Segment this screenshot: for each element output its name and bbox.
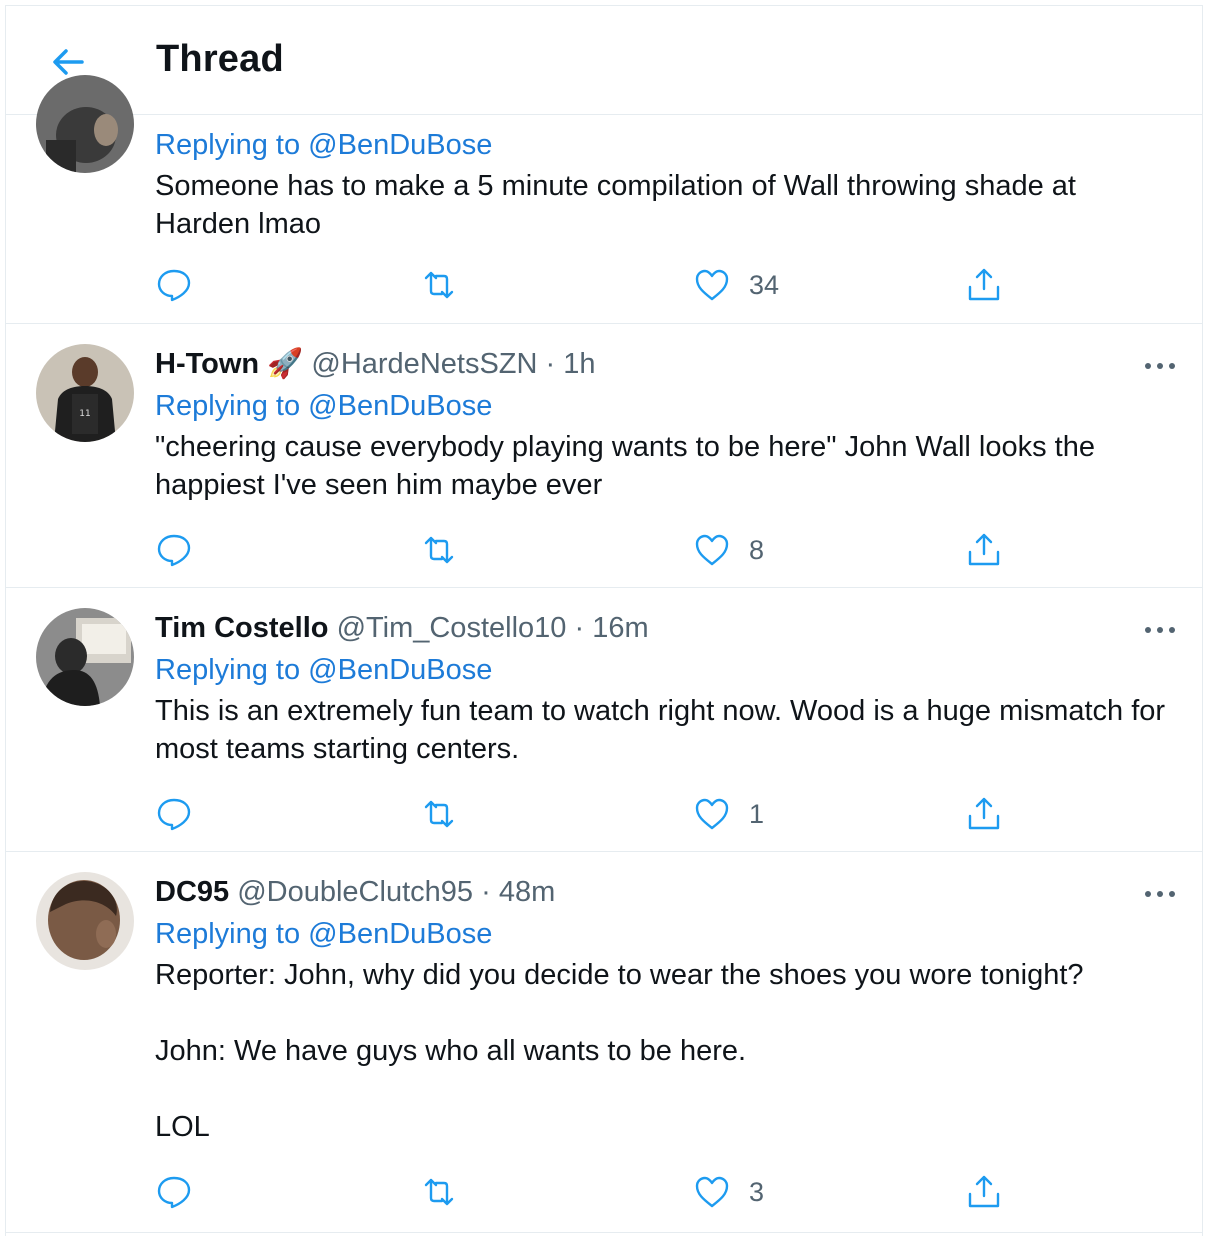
more-options-button[interactable] [1140, 618, 1180, 642]
timestamp[interactable]: 1h [563, 348, 595, 380]
avatar[interactable] [36, 872, 134, 970]
like-button[interactable]: 3 [693, 1172, 764, 1212]
retweet-button[interactable] [420, 1172, 458, 1212]
mention-link[interactable]: @BenDuBose [308, 390, 492, 422]
separator-dot: · [574, 612, 585, 644]
share-button[interactable] [965, 530, 1003, 570]
display-name[interactable]: H-Town [155, 348, 259, 380]
user-handle[interactable]: @DoubleClutch95 [237, 876, 473, 908]
share-button[interactable] [965, 1172, 1003, 1212]
retweet-button[interactable] [420, 530, 458, 570]
retweet-icon [424, 800, 454, 828]
reply-button[interactable] [155, 265, 193, 305]
user-handle[interactable]: @Tim_Costello10 [337, 612, 567, 644]
avatar-photo [36, 75, 134, 173]
replying-to: Replying to @BenDuBose [155, 384, 1172, 428]
heart-icon [695, 269, 729, 301]
retweet-button[interactable] [420, 265, 458, 305]
share-icon [968, 268, 1000, 301]
mention-link[interactable]: @BenDuBose [308, 918, 492, 950]
share-button[interactable] [965, 794, 1003, 834]
user-handle[interactable]: @HardeNetsSZN [311, 348, 537, 380]
tweet-text: "cheering cause everybody playing wants … [155, 431, 1104, 501]
ellipsis-icon [1145, 891, 1175, 897]
retweet-icon [424, 271, 454, 299]
tweet-actions: 34 [155, 265, 1055, 305]
retweet-icon [424, 536, 454, 564]
more-options-button[interactable] [1140, 354, 1180, 378]
thread-header: Thread [6, 6, 1202, 115]
like-count: 1 [749, 798, 765, 829]
avatar-photo [36, 872, 134, 970]
speech-bubble-icon [157, 269, 191, 302]
tweet-actions: 3 [155, 1172, 1055, 1212]
retweet-icon [424, 1178, 454, 1206]
replying-label: Replying to [155, 390, 301, 422]
like-count: 8 [749, 534, 765, 565]
replying-label: Replying to [155, 129, 301, 161]
like-count: 3 [749, 1176, 765, 1207]
tweet-text: This is an extremely fun team to watch r… [155, 695, 1174, 765]
tweet-actions: 1 [155, 794, 1055, 834]
share-icon [968, 1175, 1000, 1208]
tweet[interactable]: Tim Costello @Tim_Costello10 · 16m Reply… [6, 588, 1202, 852]
rocket-emoji: 🚀 [267, 348, 304, 380]
separator-dot: · [481, 876, 491, 908]
share-icon [968, 797, 1000, 830]
replying-label: Replying to [155, 918, 301, 950]
display-name[interactable]: Tim Costello [155, 612, 329, 644]
timestamp[interactable]: 48m [499, 876, 555, 908]
svg-text:11: 11 [79, 409, 90, 419]
reply-button[interactable] [155, 1172, 193, 1212]
share-button[interactable] [965, 265, 1003, 305]
like-count: 34 [749, 269, 780, 300]
tweet-meta: Tim Costello @Tim_Costello10 · 16m [155, 608, 1172, 648]
retweet-button[interactable] [420, 794, 458, 834]
replying-label: Replying to [155, 654, 301, 686]
mention-link[interactable]: @BenDuBose [308, 129, 492, 161]
heart-icon [695, 798, 729, 830]
like-button[interactable]: 8 [693, 530, 764, 570]
avatar[interactable]: 11 [36, 344, 134, 442]
replying-to: Replying to @BenDuBose [155, 648, 1172, 692]
display-name[interactable]: DC95 [155, 876, 229, 908]
avatar[interactable] [36, 75, 134, 173]
ellipsis-icon [1145, 627, 1175, 633]
reply-button[interactable] [155, 794, 193, 834]
speech-bubble-icon [157, 534, 191, 567]
tweet[interactable]: Replying to @BenDuBose Someone has to ma… [6, 75, 1202, 324]
tweet-text: Reporter: John, why did you decide to we… [155, 959, 1084, 1143]
replying-to: Replying to @BenDuBose [155, 123, 1172, 167]
like-button[interactable]: 1 [693, 794, 764, 834]
avatar-photo [36, 608, 134, 706]
tweet-meta: H-Town 🚀 @HardeNetsSZN · 1h [155, 344, 1172, 384]
tweet-meta: DC95 @DoubleClutch95 · 48m [155, 872, 1172, 912]
replying-to: Replying to @BenDuBose [155, 912, 1172, 956]
heart-icon [695, 534, 729, 566]
tweet[interactable]: DC95 @DoubleClutch95 · 48m Replying to @… [6, 852, 1202, 1233]
tweet[interactable]: 11 H-Town 🚀 @HardeNetsSZN · 1h Replying … [6, 324, 1202, 588]
separator-dot: · [545, 348, 556, 380]
share-icon [968, 533, 1000, 566]
like-button[interactable]: 34 [693, 265, 779, 305]
reply-button[interactable] [155, 530, 193, 570]
thread-panel: Thread Replying to @BenDuBose Someone ha… [5, 5, 1203, 1236]
more-options-button[interactable] [1140, 882, 1180, 906]
ellipsis-icon [1145, 363, 1175, 369]
page-title: Thread [156, 38, 284, 80]
tweet-actions: 8 [155, 530, 1055, 570]
tweet-text: Someone has to make a 5 minute compilati… [155, 170, 1085, 240]
timestamp[interactable]: 16m [592, 612, 648, 644]
mention-link[interactable]: @BenDuBose [308, 654, 492, 686]
speech-bubble-icon [157, 1176, 191, 1209]
avatar[interactable] [36, 608, 134, 706]
avatar-photo: 11 [36, 344, 134, 442]
heart-icon [695, 1176, 729, 1208]
speech-bubble-icon [157, 798, 191, 831]
